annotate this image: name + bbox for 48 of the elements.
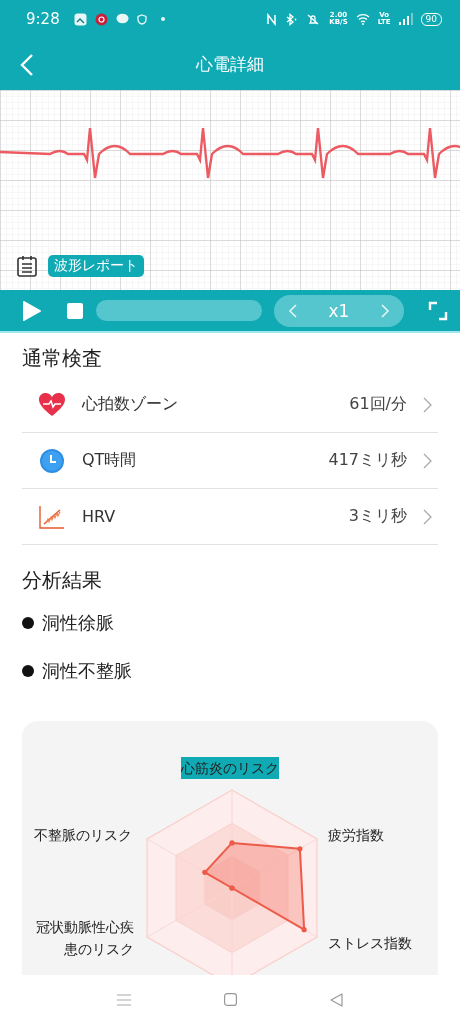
metric-value: 61回/分 [349,394,407,415]
play-button[interactable] [22,299,42,322]
shield-icon [136,13,147,25]
metric-value: 3ミリ秒 [348,506,407,527]
metric-label: 心拍数ゾーン [82,394,178,415]
clock-icon [39,447,65,474]
metric-row[interactable]: QT時間 417ミリ秒 [22,433,438,489]
dot-icon [160,17,165,21]
chat-icon [115,13,129,25]
result-text: 洞性徐脈 [42,611,114,635]
metric-label: HRV [82,507,116,526]
slower-button[interactable] [288,302,298,319]
axis-label: ストレス指数 [328,934,412,953]
axis-label: 不整脈のリスク [34,826,132,845]
chevron-icon [423,396,432,413]
chevron-icon [423,452,432,469]
back-button[interactable] [18,52,36,78]
faster-button[interactable] [380,302,390,319]
status-time: 9:28 [26,10,60,28]
wifi-icon [355,13,370,25]
trend-chart-icon [39,504,65,529]
axis-label: 冠状動脈性心疾患のリスク [35,918,134,959]
report-icon [16,255,38,277]
progress-track[interactable] [96,300,262,321]
speed-value: x1 [328,300,350,321]
metric-row[interactable]: 心拍数ゾーン 61回/分 [22,377,438,433]
metric-value: 417ミリ秒 [328,450,407,471]
metric-label: QT時間 [82,450,137,471]
gallery-icon [73,12,87,26]
axis-label: 心筋炎のリスク [181,757,279,779]
bullet-icon [22,617,34,629]
bluetooth-icon [285,12,298,26]
stop-button[interactable] [66,301,84,320]
chevron-icon [423,508,432,525]
axis-label: 疲労指数 [328,826,384,845]
section-title: 分析結果 [21,567,103,593]
app-icon [94,12,108,26]
signal-icon [398,13,413,25]
page-title: 心電詳細 [196,52,264,76]
section-title: 通常検査 [21,345,103,371]
heart-icon [38,392,66,417]
battery-indicator: 90 [420,12,442,26]
home-button[interactable] [221,990,239,1009]
nfc-icon [266,12,278,26]
bullet-icon [22,665,34,677]
result-text: 洞性不整脈 [42,659,132,683]
fullscreen-button[interactable] [428,300,448,321]
metric-row[interactable]: HRV 3ミリ秒 [22,489,438,545]
